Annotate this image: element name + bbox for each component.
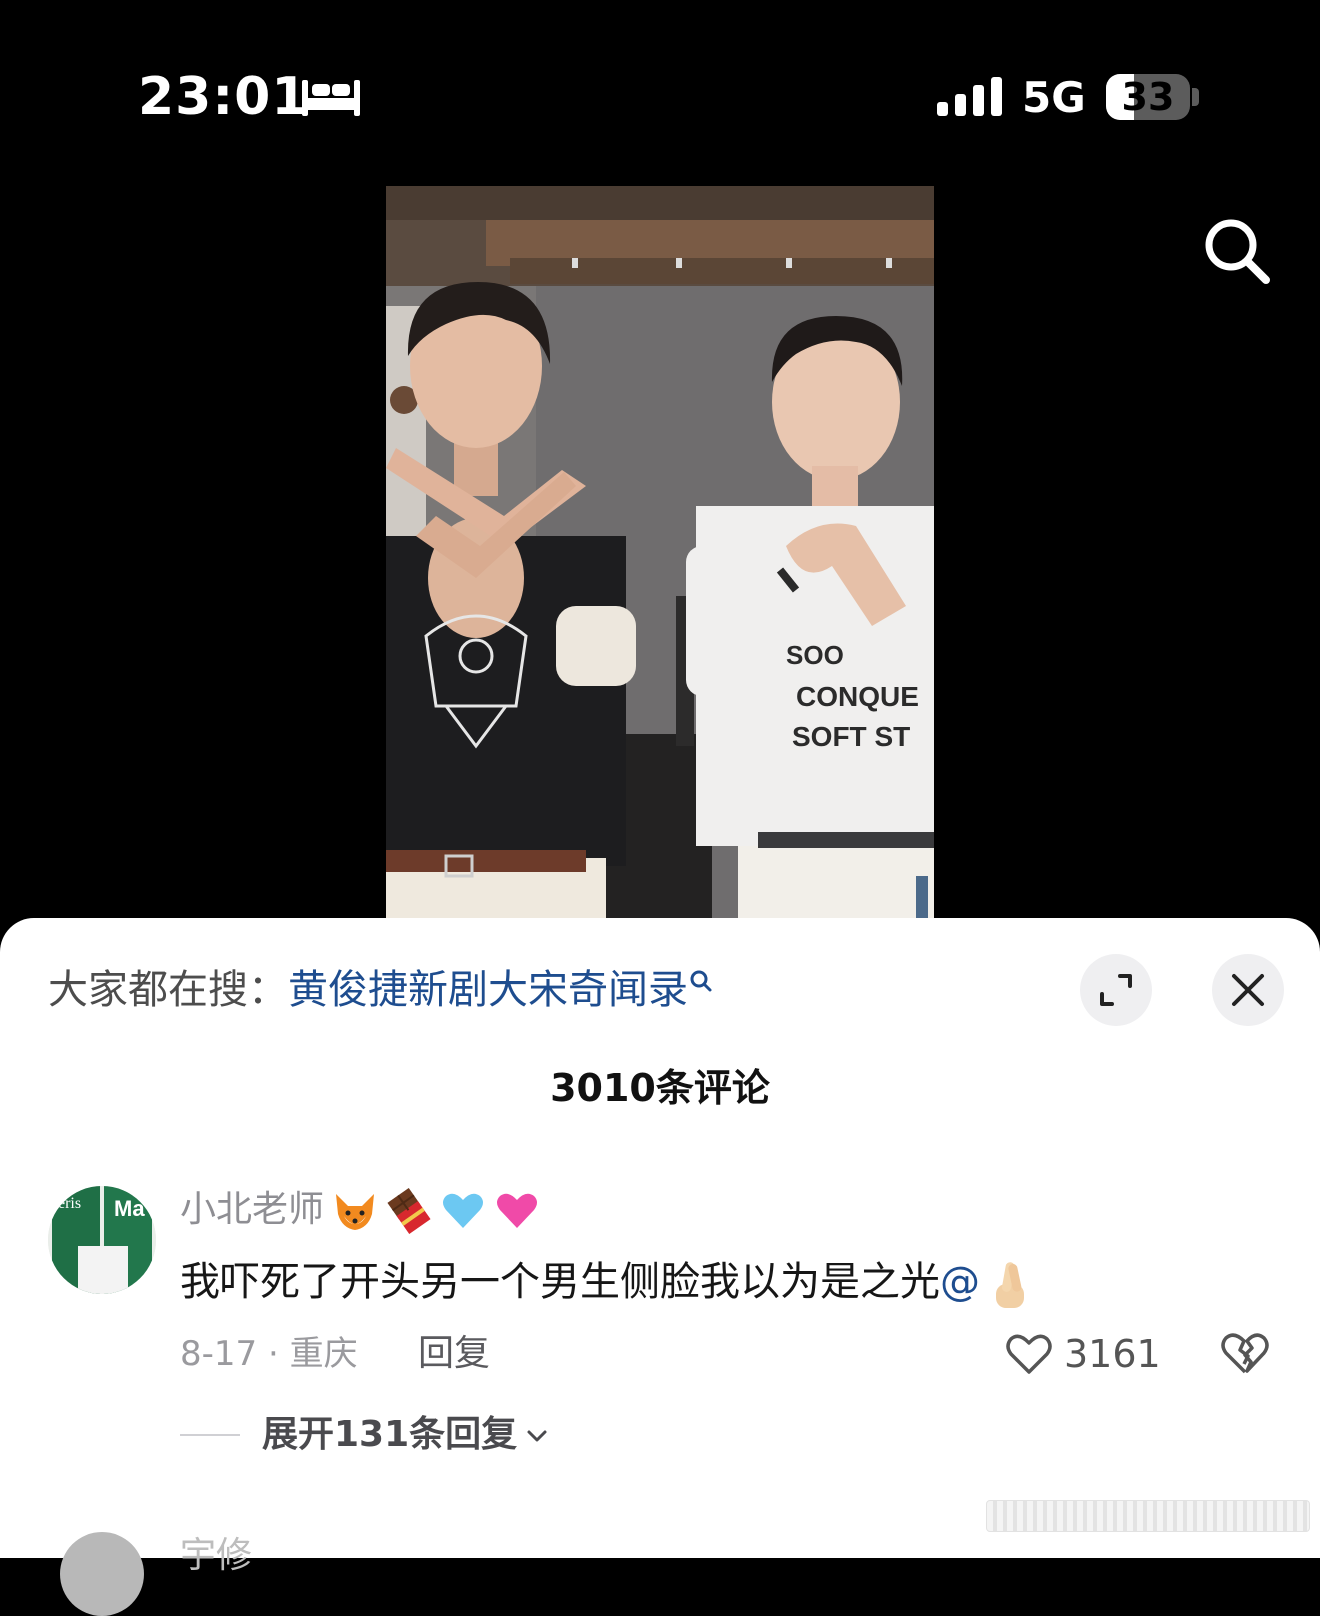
avatar[interactable]: eris Ma bbox=[48, 1186, 156, 1294]
hot-search-prefix: 大家都在搜： bbox=[48, 967, 288, 1013]
expand-replies-label: 展开131条回复 bbox=[262, 1414, 518, 1455]
expand-replies-button[interactable]: 展开131条回复 bbox=[262, 1408, 551, 1462]
mini-search-icon[interactable] bbox=[688, 968, 714, 994]
fox-emoji-icon bbox=[336, 1194, 375, 1230]
battery-level: 33 bbox=[1121, 75, 1175, 119]
comment-username[interactable]: 小北老师 bbox=[180, 1184, 540, 1236]
video-player[interactable]: SOO CONQUE SOFT ST bbox=[386, 186, 934, 922]
svg-text:CONQUE: CONQUE bbox=[796, 681, 919, 712]
close-button[interactable] bbox=[1212, 954, 1284, 1026]
battery-icon: 33 bbox=[1106, 74, 1190, 120]
svg-text:eris: eris bbox=[58, 1195, 81, 1212]
network-label: 5G bbox=[1022, 73, 1086, 122]
watermark-strip bbox=[986, 1500, 1310, 1532]
comment-body: 我吓死了开头另一个男生侧脸我以为是之光 bbox=[180, 1259, 940, 1305]
status-time: 23:01 bbox=[138, 67, 309, 127]
comment-text: 我吓死了开头另一个男生侧脸我以为是之光@ bbox=[180, 1254, 1034, 1310]
svg-text:SOFT ST: SOFT ST bbox=[792, 721, 910, 752]
comment-date-location: 8-17 · 重庆 bbox=[180, 1334, 358, 1374]
light-blue-heart-emoji-icon bbox=[443, 1193, 484, 1228]
chocolate-emoji-icon bbox=[387, 1188, 431, 1234]
hot-search-bar: 大家都在搜：黄俊捷新剧大宋奇闻录 bbox=[48, 962, 714, 1018]
video-frame: SOO CONQUE SOFT ST bbox=[386, 186, 934, 922]
like-count: 3161 bbox=[1064, 1332, 1161, 1376]
reply-button[interactable]: 回复 bbox=[418, 1328, 490, 1380]
pink-heart-emoji-icon bbox=[497, 1193, 538, 1228]
next-comment-avatar[interactable] bbox=[60, 1532, 144, 1616]
username-text: 小北老师 bbox=[180, 1189, 325, 1230]
close-icon bbox=[1232, 974, 1264, 1006]
battery-cap bbox=[1192, 88, 1199, 106]
svg-text:Ma: Ma bbox=[114, 1196, 145, 1221]
chevron-down-icon bbox=[527, 1430, 547, 1442]
search-icon[interactable] bbox=[1200, 214, 1274, 288]
comment-count: 3010条评论 bbox=[550, 1066, 770, 1110]
crossed-fingers-emoji-icon bbox=[996, 1262, 1024, 1308]
comments-sheet: 大家都在搜：黄俊捷新剧大宋奇闻录 3010条评论 eris Ma 小北老师 我吓… bbox=[0, 918, 1320, 1616]
expand-button[interactable] bbox=[1080, 954, 1152, 1026]
avatar-image: eris Ma bbox=[48, 1186, 156, 1294]
next-comment-username[interactable]: 宇修 bbox=[180, 1530, 252, 1582]
expand-icon bbox=[1100, 974, 1132, 1006]
hot-search-query-link[interactable]: 黄俊捷新剧大宋奇闻录 bbox=[288, 967, 688, 1013]
signal-bars-icon bbox=[937, 77, 1002, 116]
heart-outline-icon bbox=[1006, 1334, 1052, 1374]
sleep-bed-icon bbox=[302, 80, 360, 116]
broken-heart-icon[interactable] bbox=[1218, 1328, 1272, 1378]
svg-text:SOO: SOO bbox=[786, 640, 844, 670]
replies-divider bbox=[180, 1434, 240, 1436]
mention-link[interactable]: @ bbox=[940, 1259, 980, 1305]
